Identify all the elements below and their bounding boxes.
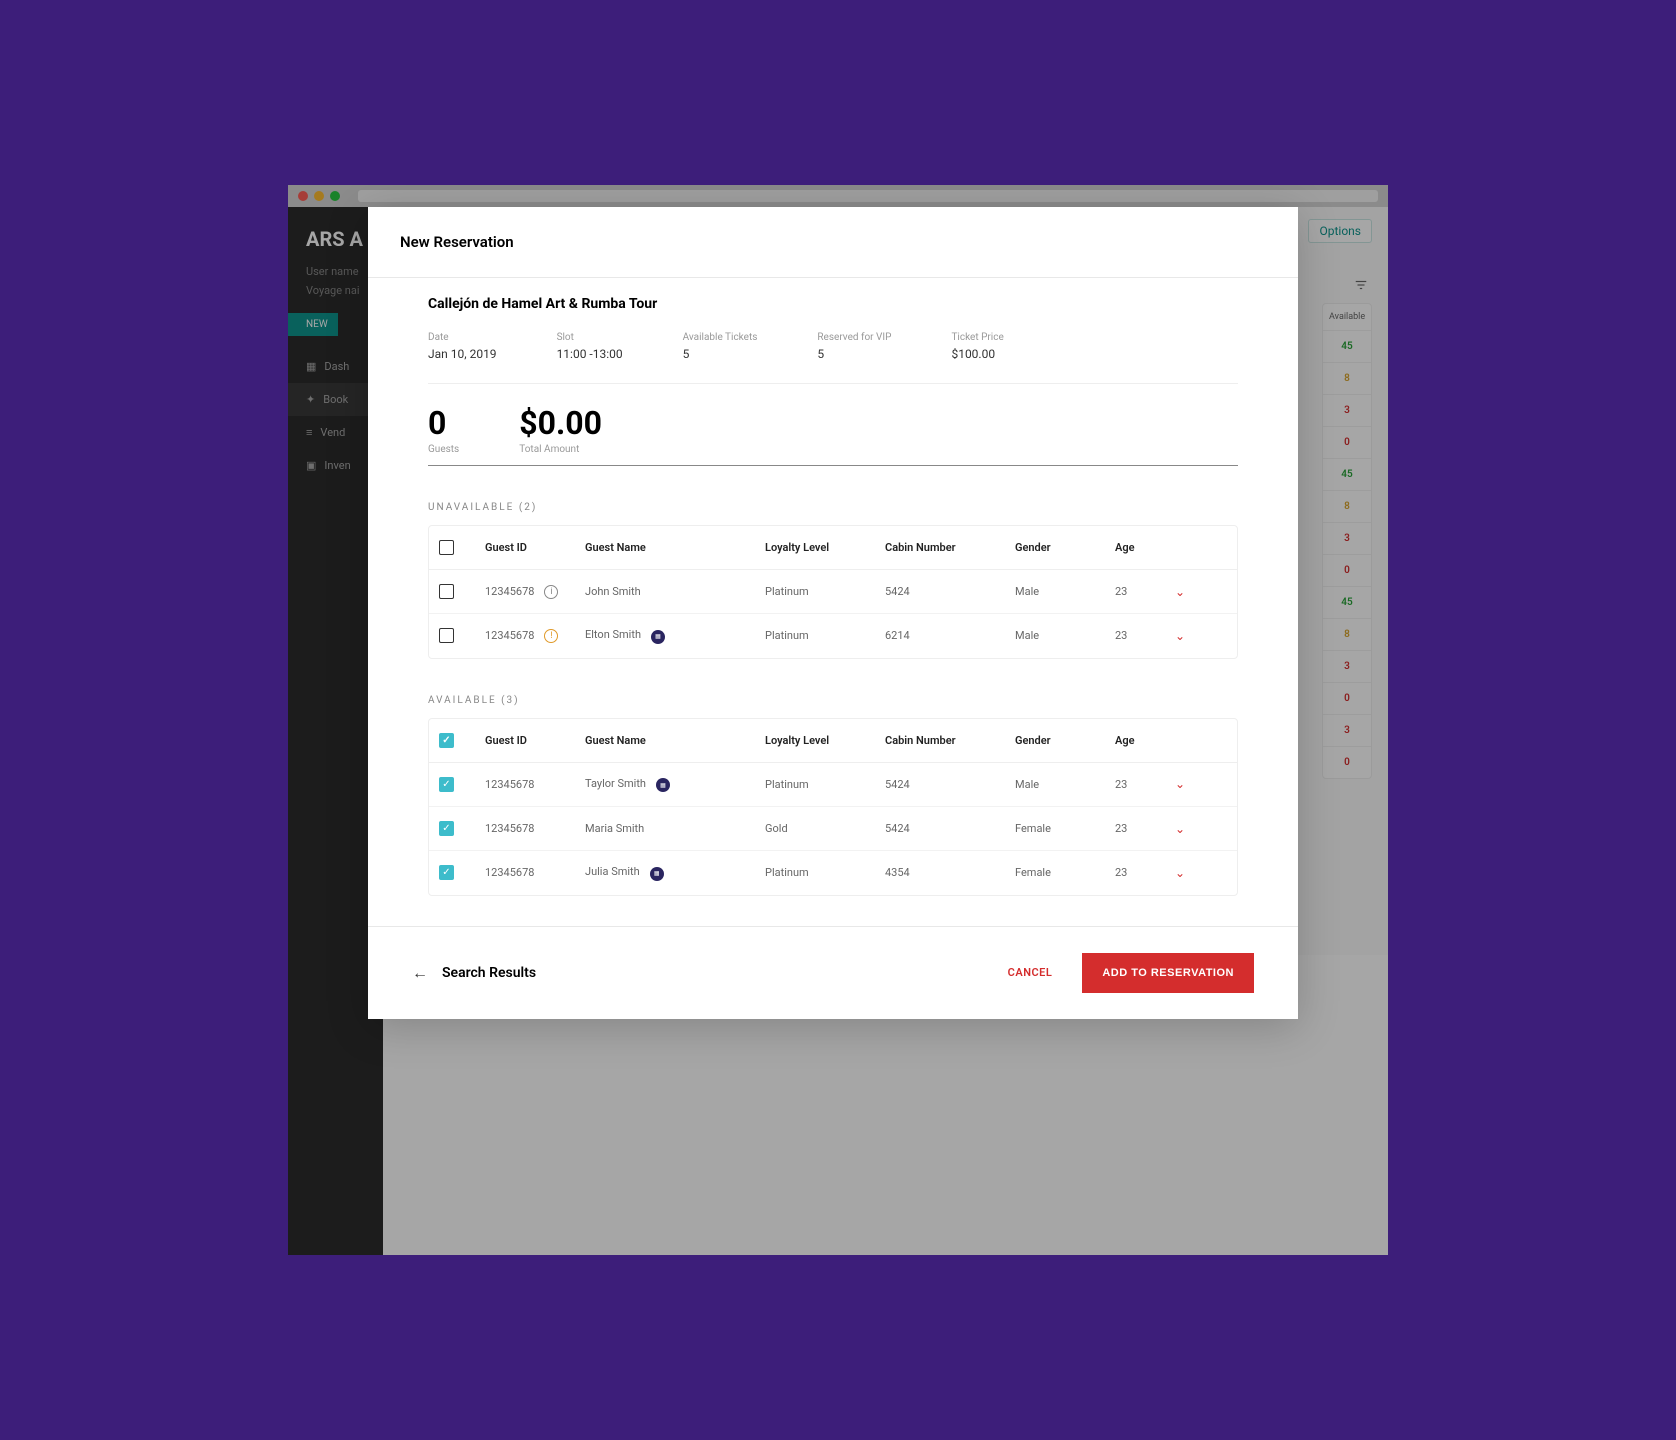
age: 23 bbox=[1115, 822, 1175, 835]
table-row: 12345678 Taylor Smith ▦ Platinum5424Male23⌄ bbox=[429, 763, 1237, 808]
guest-id: 12345678 bbox=[485, 629, 534, 642]
age: 23 bbox=[1115, 585, 1175, 598]
col-age: Age bbox=[1115, 541, 1175, 554]
col-cabin: Cabin Number bbox=[885, 541, 1015, 554]
col-guest-name: Guest Name bbox=[585, 541, 765, 554]
expand-row-icon[interactable]: ⌄ bbox=[1175, 777, 1215, 791]
loyalty-badge-icon: ▦ bbox=[650, 867, 664, 881]
available-section-label: AVAILABLE (3) bbox=[428, 695, 1238, 706]
cabin-number: 4354 bbox=[885, 866, 1015, 879]
app-window: ARS A User name Voyage nai NEW ▦Dash ✦Bo… bbox=[288, 185, 1388, 1255]
available-table: Guest ID Guest Name Loyalty Level Cabin … bbox=[428, 718, 1238, 896]
col-gender: Gender bbox=[1015, 541, 1115, 554]
guest-id: 12345678 bbox=[485, 866, 534, 879]
new-reservation-modal: New Reservation Callejón de Hamel Art & … bbox=[368, 207, 1298, 1019]
col-loyalty: Loyalty Level bbox=[765, 734, 885, 747]
slot-value: 11:00 -13:00 bbox=[557, 347, 623, 361]
col-guest-id: Guest ID bbox=[485, 541, 585, 554]
cabin-number: 6214 bbox=[885, 629, 1015, 642]
guests-count: 0 bbox=[428, 404, 459, 442]
footer-title: Search Results bbox=[442, 965, 1008, 981]
row-checkbox[interactable] bbox=[439, 777, 454, 792]
guest-id: 12345678 bbox=[485, 778, 534, 791]
gender: Female bbox=[1015, 822, 1115, 835]
cabin-number: 5424 bbox=[885, 778, 1015, 791]
info-icon[interactable]: i bbox=[544, 585, 558, 599]
gender: Female bbox=[1015, 866, 1115, 879]
select-all-available-checkbox[interactable] bbox=[439, 733, 454, 748]
row-checkbox[interactable] bbox=[439, 584, 454, 599]
guest-name: John Smith bbox=[585, 585, 641, 598]
date-label: Date bbox=[428, 332, 497, 343]
warning-icon[interactable]: ! bbox=[544, 629, 558, 643]
age: 23 bbox=[1115, 629, 1175, 642]
guest-id: 12345678 bbox=[485, 585, 534, 598]
expand-row-icon[interactable]: ⌄ bbox=[1175, 629, 1215, 643]
tour-info-row: Date Jan 10, 2019 Slot 11:00 -13:00 Availa… bbox=[428, 332, 1238, 384]
table-row: 12345678! Elton Smith ▦ Platinum6214Male23⌄ bbox=[429, 614, 1237, 658]
select-all-unavailable-checkbox[interactable] bbox=[439, 540, 454, 555]
expand-row-icon[interactable]: ⌄ bbox=[1175, 866, 1215, 880]
loyalty-level: Gold bbox=[765, 822, 885, 835]
loyalty-level: Platinum bbox=[765, 866, 885, 879]
unavailable-table: Guest ID Guest Name Loyalty Level Cabin … bbox=[428, 525, 1238, 659]
cabin-number: 5424 bbox=[885, 585, 1015, 598]
table-header: Guest ID Guest Name Loyalty Level Cabin … bbox=[429, 719, 1237, 763]
guest-id: 12345678 bbox=[485, 822, 534, 835]
back-arrow-icon[interactable]: ← bbox=[412, 963, 428, 983]
slot-label: Slot bbox=[557, 332, 623, 343]
total-amount-label: Total Amount bbox=[519, 444, 602, 455]
age: 23 bbox=[1115, 866, 1175, 879]
cabin-number: 5424 bbox=[885, 822, 1015, 835]
guest-name: Julia Smith bbox=[585, 865, 640, 878]
expand-row-icon[interactable]: ⌄ bbox=[1175, 822, 1215, 836]
vip-value: 5 bbox=[817, 347, 891, 361]
gender: Male bbox=[1015, 778, 1115, 791]
price-value: $100.00 bbox=[951, 347, 1003, 361]
cancel-button[interactable]: CANCEL bbox=[1008, 966, 1053, 979]
loyalty-level: Platinum bbox=[765, 629, 885, 642]
table-row: 12345678 Julia Smith ▦ Platinum4354Female23… bbox=[429, 851, 1237, 895]
loyalty-level: Platinum bbox=[765, 778, 885, 791]
guest-name: Taylor Smith bbox=[585, 777, 646, 790]
loyalty-badge-icon: ▦ bbox=[651, 630, 665, 644]
tour-title: Callejón de Hamel Art & Rumba Tour bbox=[428, 296, 1238, 312]
table-row: 12345678 Maria Smith Gold5424Female23⌄ bbox=[429, 807, 1237, 851]
gender: Male bbox=[1015, 585, 1115, 598]
col-loyalty: Loyalty Level bbox=[765, 541, 885, 554]
guest-name: Maria Smith bbox=[585, 822, 644, 835]
modal-title: New Reservation bbox=[368, 207, 1298, 278]
col-cabin: Cabin Number bbox=[885, 734, 1015, 747]
unavailable-section-label: UNAVAILABLE (2) bbox=[428, 502, 1238, 513]
loyalty-badge-icon: ▦ bbox=[656, 778, 670, 792]
table-row: 12345678 i John Smith Platinum5424Male23⌄ bbox=[429, 570, 1237, 614]
available-tickets-value: 5 bbox=[683, 347, 758, 361]
row-checkbox[interactable] bbox=[439, 821, 454, 836]
vip-label: Reserved for VIP bbox=[817, 332, 891, 343]
gender: Male bbox=[1015, 629, 1115, 642]
guests-label: Guests bbox=[428, 444, 459, 455]
modal-footer: ← Search Results CANCEL ADD TO RESERVATI… bbox=[368, 926, 1298, 1019]
available-tickets-label: Available Tickets bbox=[683, 332, 758, 343]
col-age: Age bbox=[1115, 734, 1175, 747]
row-checkbox[interactable] bbox=[439, 865, 454, 880]
row-checkbox[interactable] bbox=[439, 628, 454, 643]
table-header: Guest ID Guest Name Loyalty Level Cabin … bbox=[429, 526, 1237, 570]
price-label: Ticket Price bbox=[951, 332, 1003, 343]
total-amount: $0.00 bbox=[519, 404, 602, 442]
col-guest-name: Guest Name bbox=[585, 734, 765, 747]
expand-row-icon[interactable]: ⌄ bbox=[1175, 585, 1215, 599]
guest-name: Elton Smith bbox=[585, 628, 641, 641]
age: 23 bbox=[1115, 778, 1175, 791]
totals-row: 0 Guests $0.00 Total Amount bbox=[428, 384, 1238, 466]
date-value: Jan 10, 2019 bbox=[428, 347, 497, 361]
add-to-reservation-button[interactable]: ADD TO RESERVATION bbox=[1082, 953, 1254, 993]
col-gender: Gender bbox=[1015, 734, 1115, 747]
col-guest-id: Guest ID bbox=[485, 734, 585, 747]
loyalty-level: Platinum bbox=[765, 585, 885, 598]
